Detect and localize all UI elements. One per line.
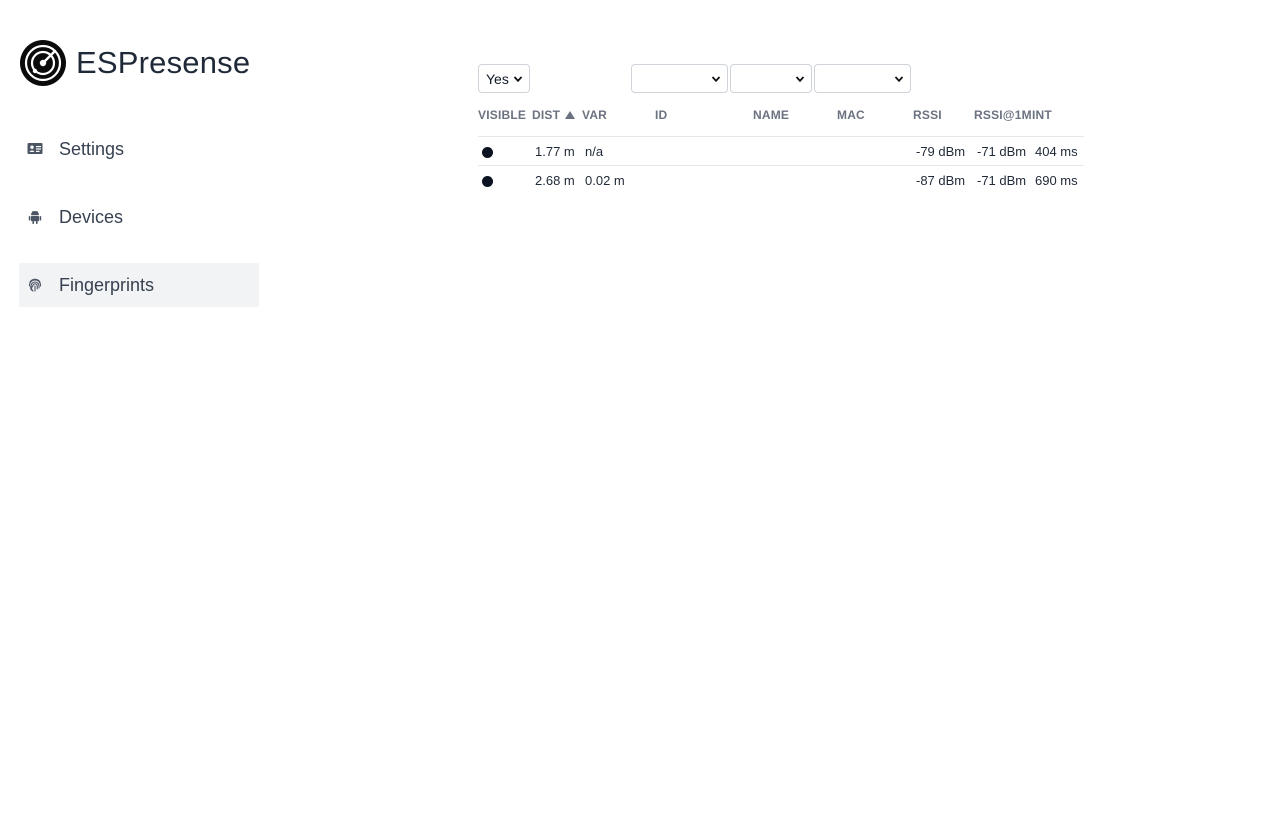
sidebar-item-label: Devices [59,206,124,227]
fingerprint-icon [27,277,43,293]
filter-bar: Yes [478,64,1084,94]
visible-dot-icon [482,176,493,187]
sidebar-item-devices[interactable]: Devices [19,195,259,239]
chevron-down-icon [513,76,523,83]
table-row[interactable]: 1.77 m n/a -79 dBm -71 dBm 404 ms [478,137,1084,166]
column-header-id[interactable]: ID [655,108,667,122]
cell-dist: 2.68 m [535,173,575,188]
cell-rssi-1m: -71 dBm [977,173,1027,188]
column-header-rssi-1m[interactable]: RSSI@1M [974,108,1032,122]
brand-name: ESPresense [76,45,251,80]
cell-rssi: -87 dBm [916,173,966,188]
brand[interactable]: ESPresense [20,40,250,86]
id-filter-select[interactable] [631,64,728,93]
cell-int: 690 ms [1035,173,1078,188]
table-header: VISIBLE DIST VAR ID NAME MAC RSSI RSSI@1… [478,104,1084,137]
cell-var: n/a [585,144,604,159]
visible-filter-value: Yes [486,70,509,87]
name-filter-select[interactable] [730,64,812,93]
column-header-name[interactable]: NAME [753,108,789,122]
column-header-var[interactable]: VAR [582,108,607,122]
sidebar: ESPresense Settings Devices Fingerprints [0,0,280,840]
sidebar-nav: Settings Devices Fingerprints [19,127,259,331]
cell-dist: 1.77 m [535,144,575,159]
cell-var: 0.02 m [585,173,625,188]
radar-logo-icon [20,40,66,86]
app-root: ESPresense Settings Devices Fingerprints… [0,0,1272,840]
id-card-icon [27,141,43,157]
column-header-dist[interactable]: DIST [532,108,576,122]
column-header-mac[interactable]: MAC [837,108,865,122]
mac-filter-select[interactable] [814,64,911,93]
column-header-int[interactable]: INT [1032,108,1052,122]
cell-int: 404 ms [1035,144,1078,159]
column-header-label: DIST [532,108,561,122]
chevron-down-icon [894,76,904,83]
sidebar-item-settings[interactable]: Settings [19,127,259,171]
fingerprints-table: VISIBLE DIST VAR ID NAME MAC RSSI RSSI@1… [478,104,1084,194]
column-header-visible[interactable]: VISIBLE [478,108,526,122]
cell-rssi: -79 dBm [916,144,966,159]
column-header-rssi[interactable]: RSSI [913,108,942,122]
cell-rssi-1m: -71 dBm [977,144,1027,159]
chevron-down-icon [795,76,805,83]
sidebar-item-label: Settings [59,138,125,159]
sort-ascending-icon [565,111,576,119]
visible-filter-select[interactable]: Yes [478,64,530,93]
visible-dot-icon [482,147,493,158]
chevron-down-icon [711,76,721,83]
sidebar-item-label: Fingerprints [59,274,155,295]
table-row[interactable]: 2.68 m 0.02 m -87 dBm -71 dBm 690 ms [478,166,1084,194]
android-icon [27,209,43,225]
sidebar-item-fingerprints[interactable]: Fingerprints [19,263,259,307]
main-content: Yes VISIBLE DIST VAR ID NAME MAC RSSI RS… [478,64,1084,188]
